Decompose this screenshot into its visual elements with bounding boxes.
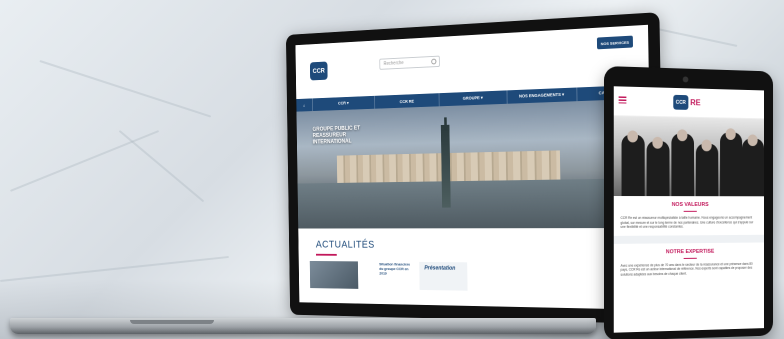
team-member-head: [726, 128, 736, 140]
services-button[interactable]: NOS SERVICES: [597, 36, 633, 50]
news-heading-rule: [316, 254, 337, 256]
team-member-head: [701, 140, 711, 152]
hero-statue-arm: [444, 117, 447, 130]
values-rule: [684, 211, 697, 212]
laptop-display: CCR Recherche NOS SERVICES ⌂ CCR ▾ CCR R…: [295, 25, 652, 310]
team-member-head: [627, 130, 638, 142]
tablet: CCR RE NOS VALEURS CCR Re est un réassur…: [604, 66, 773, 339]
hero-banner: GROUPE PUBLIC ET REASSUREUR INTERNATIONA…: [296, 98, 651, 228]
hero-caption: GROUPE PUBLIC ET REASSUREUR INTERNATIONA…: [312, 125, 377, 146]
search-input[interactable]: Recherche: [379, 56, 440, 70]
site-logo[interactable]: CCR: [310, 61, 328, 80]
expertise-heading: NOTRE EXPERTISE: [614, 248, 764, 256]
values-text: CCR Re est un réassureur multispécialist…: [614, 216, 764, 230]
expertise-rule: [684, 257, 697, 258]
team-member-head: [748, 134, 758, 146]
team-member: [720, 132, 742, 196]
team-member: [742, 138, 764, 196]
team-member-head: [652, 137, 662, 149]
tablet-logo[interactable]: CCR: [673, 95, 688, 110]
team-photo: [614, 116, 764, 196]
team-member: [622, 134, 645, 196]
section-divider: [614, 234, 764, 243]
laptop-base: [10, 318, 596, 334]
news-heading: ACTUALITÉS: [316, 239, 375, 250]
team-member: [671, 133, 694, 196]
values-heading: NOS VALEURS: [614, 202, 764, 208]
hero-water: [298, 178, 652, 228]
team-member: [647, 141, 670, 196]
expertise-text: Avec une expérience de plus de 70 ans da…: [614, 261, 764, 277]
news-card-title[interactable]: Situation financière du groupe CCR en 20…: [379, 262, 414, 276]
news-card-image[interactable]: [310, 261, 359, 289]
news-card-presentation[interactable]: Présentation: [419, 262, 467, 291]
tablet-camera: [683, 76, 689, 82]
tablet-display: CCR RE NOS VALEURS CCR Re est un réassur…: [614, 86, 764, 332]
tablet-header: CCR RE: [614, 86, 764, 119]
nav-home-icon[interactable]: ⌂: [296, 98, 312, 111]
hamburger-menu-icon[interactable]: [619, 96, 627, 103]
hero-statue: [441, 125, 451, 208]
team-member-head: [677, 129, 687, 141]
search-icon[interactable]: [431, 59, 436, 65]
tablet-logo-suffix: RE: [690, 98, 700, 107]
laptop-notch: [130, 320, 214, 324]
